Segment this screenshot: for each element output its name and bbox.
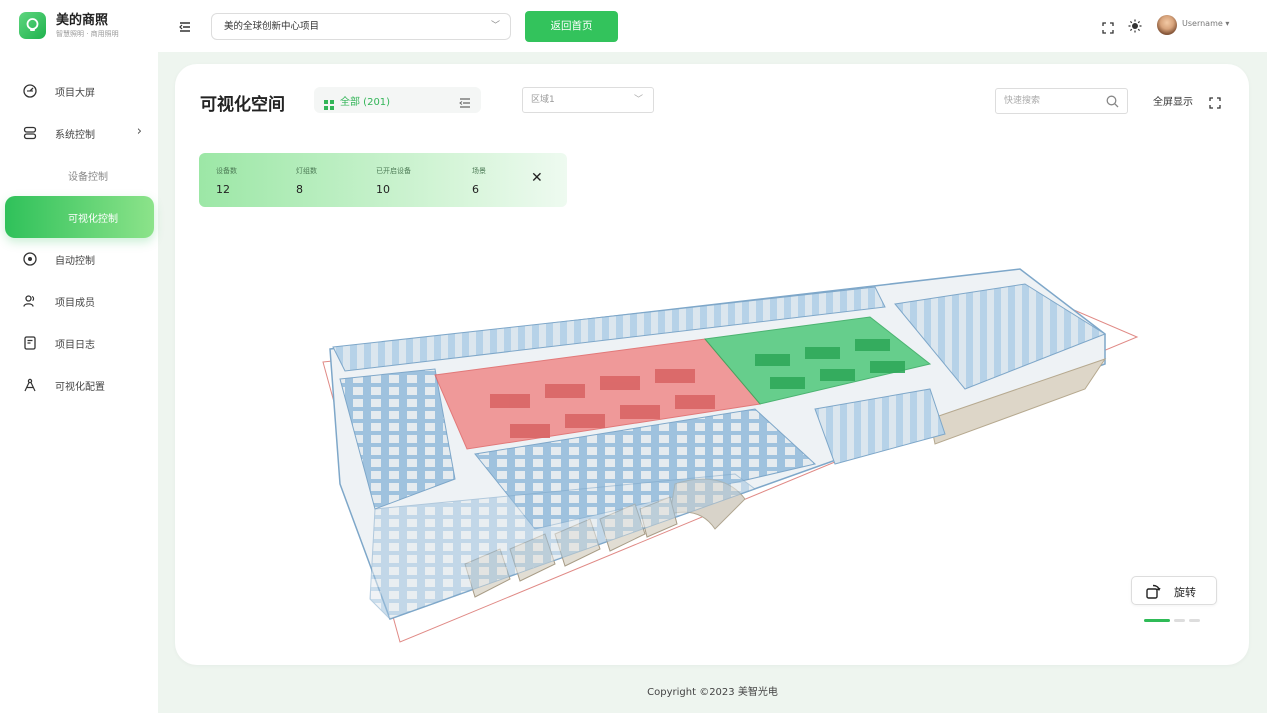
footer-copyright: Copyright ©2023 美智光电	[647, 687, 778, 698]
project-select-value: 美的全球创新中心项目	[224, 21, 320, 32]
sidebar-item-label: 设备控制	[68, 171, 108, 183]
stat-enabled-devices: 已开启设备 10	[376, 166, 411, 196]
stat-label: 已开启设备	[376, 167, 411, 175]
sidebar-nav: 项目大屏 系统控制 › 设备控制 可视化控制 自动控制 项目成员 项目日志 可视…	[0, 70, 158, 406]
close-icon[interactable]: ✕	[531, 170, 543, 186]
fullscreen-icon[interactable]	[1102, 19, 1114, 38]
sidebar-item-label: 可视化控制	[68, 213, 118, 225]
dashboard-icon	[22, 83, 38, 99]
grid-icon	[324, 95, 334, 114]
stat-device-count: 设备数 12	[216, 166, 237, 196]
sidebar-item-device-control[interactable]: 设备控制	[0, 154, 158, 196]
carousel-pagination[interactable]	[1144, 619, 1200, 622]
sidebar-item-auto-control[interactable]: 自动控制	[0, 238, 158, 280]
sidebar-item-label: 可视化配置	[55, 381, 105, 393]
users-icon	[22, 293, 38, 309]
sidebar-item-label: 项目成员	[55, 297, 95, 309]
sidebar-item-label: 自动控制	[55, 255, 95, 267]
search-placeholder: 快速搜索	[1004, 96, 1041, 106]
device-filter[interactable]: 全部 (201)	[314, 87, 481, 113]
brand-name: 美的商照	[56, 12, 109, 28]
username-label: Username	[1182, 19, 1223, 28]
sidebar-item-system-control[interactable]: 系统控制 ›	[0, 112, 158, 154]
menu-collapse-icon[interactable]	[178, 19, 192, 33]
stat-value: 6	[472, 183, 479, 196]
layers-icon	[22, 125, 38, 141]
rotate-button[interactable]: 旋转	[1131, 576, 1217, 605]
target-icon	[22, 251, 38, 267]
lightbulb-logo-icon	[19, 12, 46, 39]
search-icon[interactable]	[1106, 94, 1119, 118]
visual-space-card: 可视化空间 全部 (201) 区域1 ﹀ 快速搜索 全屏显示 设备数 12 灯组…	[175, 64, 1249, 665]
sidebar-item-label: 项目日志	[55, 339, 95, 351]
caret-down-icon: ▾	[1225, 19, 1230, 28]
filter-label: 全部 (201)	[340, 97, 391, 108]
sidebar-item-visual-config[interactable]: 可视化配置	[0, 364, 158, 406]
topbar: 美的全球创新中心项目 ﹀ 返回首页 Username ▾	[158, 0, 1267, 52]
region-select-value: 区域1	[531, 95, 555, 105]
sidebar-item-dashboard[interactable]: 项目大屏	[0, 70, 158, 112]
sidebar-item-visual-control[interactable]: 可视化控制	[5, 196, 154, 238]
list-collapse-icon[interactable]	[459, 94, 471, 113]
fullscreen-view-label[interactable]: 全屏显示	[1153, 93, 1193, 108]
pagination-dot-2[interactable]	[1174, 619, 1185, 622]
stat-value: 12	[216, 183, 230, 196]
chevron-right-icon: ›	[136, 124, 142, 139]
pagination-dot-3[interactable]	[1189, 619, 1200, 622]
stat-label: 灯组数	[296, 167, 317, 175]
fullscreen-view-icon[interactable]	[1209, 94, 1221, 113]
project-select[interactable]: 美的全球创新中心项目 ﹀	[211, 13, 511, 40]
back-home-button[interactable]: 返回首页	[525, 11, 618, 42]
compass-icon	[22, 377, 38, 393]
sidebar-item-label: 项目大屏	[55, 87, 95, 99]
sidebar: 美的商照 智慧照明 · 商用照明 项目大屏 系统控制 › 设备控制 可视化控制	[0, 0, 158, 713]
rotate-label: 旋转	[1174, 586, 1196, 599]
stat-label: 设备数	[216, 167, 237, 175]
rotate-icon	[1145, 583, 1162, 604]
log-icon	[22, 335, 38, 351]
brand-logo[interactable]: 美的商照 智慧照明 · 商用照明	[19, 12, 119, 39]
pagination-dot-1[interactable]	[1144, 619, 1170, 622]
username-dropdown[interactable]: Username ▾	[1182, 19, 1229, 28]
chevron-down-icon: ﹀	[633, 95, 643, 105]
sidebar-item-logs[interactable]: 项目日志	[0, 322, 158, 364]
stat-value: 10	[376, 183, 390, 196]
theme-sun-icon[interactable]	[1128, 18, 1142, 37]
page-title: 可视化空间	[200, 95, 285, 115]
chevron-down-icon: ﹀	[490, 21, 500, 31]
stat-light-group-count: 灯组数 8	[296, 166, 317, 196]
sidebar-item-label: 系统控制	[55, 129, 95, 141]
stat-scene-count: 场景 6	[472, 166, 486, 196]
floorplan-3d-model[interactable]	[315, 229, 1145, 649]
stat-label: 场景	[472, 167, 486, 175]
avatar[interactable]	[1157, 15, 1177, 35]
stat-value: 8	[296, 183, 303, 196]
sidebar-item-members[interactable]: 项目成员	[0, 280, 158, 322]
brand-subtitle: 智慧照明 · 商用照明	[56, 29, 119, 38]
search-input[interactable]: 快速搜索	[995, 88, 1128, 114]
region-select[interactable]: 区域1 ﹀	[522, 87, 654, 113]
stats-panel: 设备数 12 灯组数 8 已开启设备 10 场景 6 ✕	[199, 153, 567, 207]
